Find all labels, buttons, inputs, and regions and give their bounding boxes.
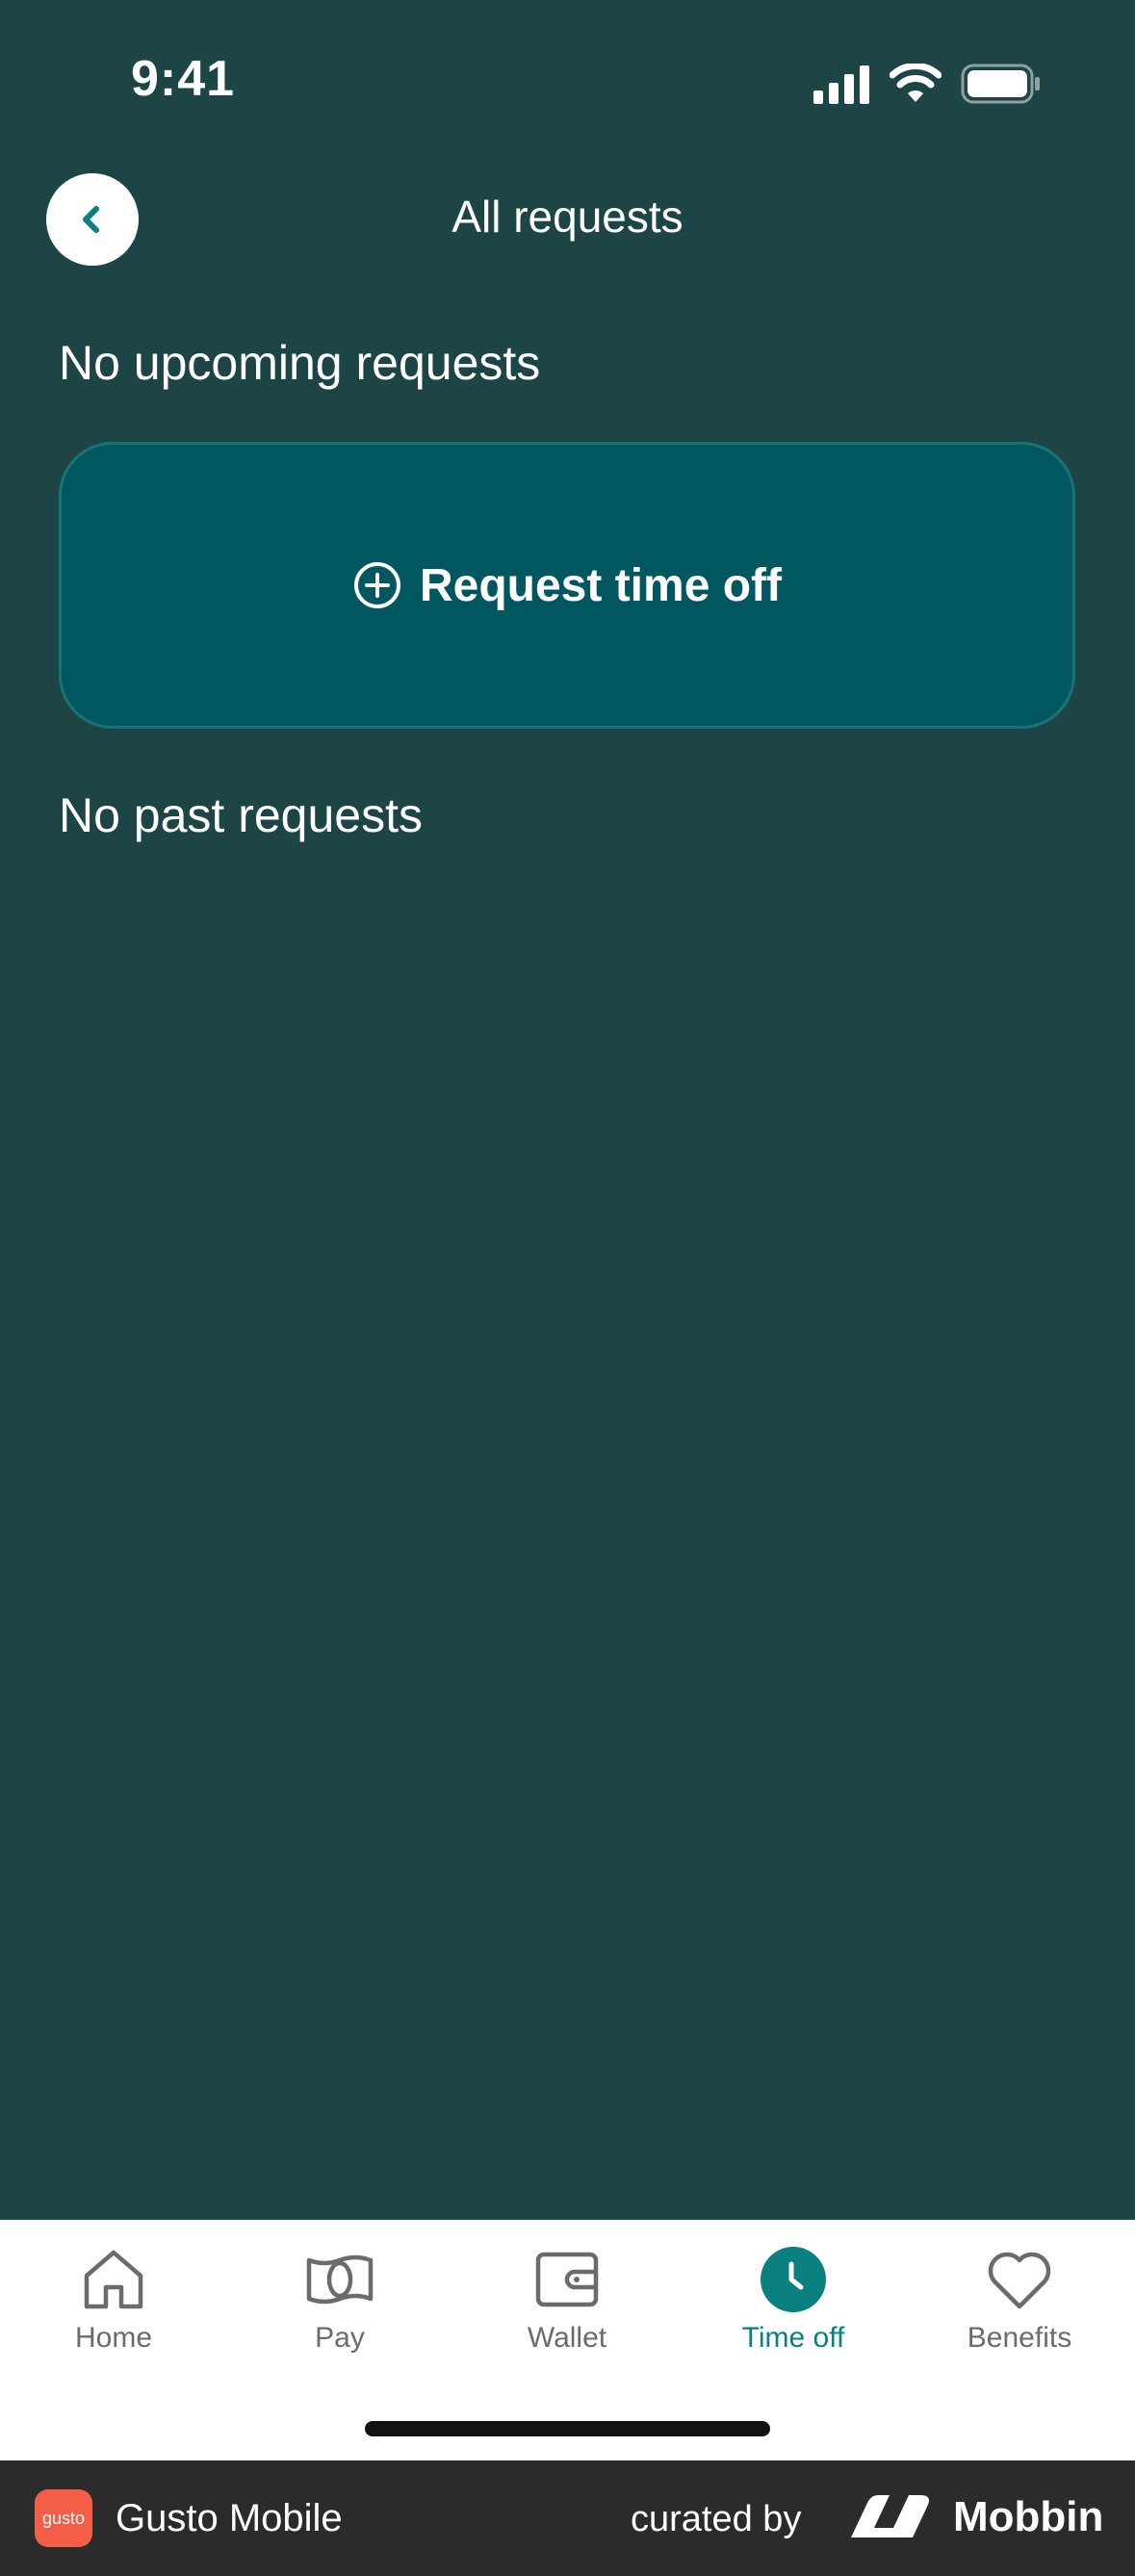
clock-icon (761, 2247, 826, 2312)
tab-home[interactable]: Home (0, 2220, 227, 2374)
tab-pay-label: Pay (315, 2322, 365, 2354)
tab-benefits[interactable]: Benefits (906, 2220, 1133, 2374)
heart-icon (988, 2252, 1051, 2309)
home-indicator[interactable] (365, 2421, 770, 2436)
footer-banner: gusto Gusto Mobile curated by Mobbin (0, 2460, 1135, 2576)
pay-icon (306, 2254, 374, 2305)
plus-circle-icon (353, 562, 400, 608)
tab-home-label: Home (74, 2322, 153, 2354)
gusto-logo: gusto (35, 2489, 92, 2547)
status-time: 9:41 (131, 51, 236, 107)
request-time-off-label: Request time off (419, 559, 783, 611)
app-name: Gusto Mobile (116, 2497, 343, 2539)
request-time-off-button[interactable]: Request time off (59, 442, 1075, 729)
signal-icon (813, 65, 869, 104)
page-title: All requests (451, 192, 684, 242)
tab-time-off[interactable]: Time off (680, 2220, 907, 2374)
curated-by-text: curated by (631, 2499, 802, 2539)
past-empty-text: No past requests (59, 788, 423, 842)
mobbin-logo-icon (851, 2495, 929, 2537)
tab-pay[interactable]: Pay (226, 2220, 453, 2374)
tab-time-off-label: Time off (741, 2322, 845, 2354)
mobbin-brand: Mobbin (953, 2493, 1104, 2540)
battery-icon (961, 64, 1040, 104)
wifi-icon (890, 64, 942, 102)
wallet-icon (535, 2252, 599, 2307)
tab-benefits-label: Benefits (967, 2322, 1072, 2354)
upcoming-empty-text: No upcoming requests (59, 336, 541, 390)
tab-wallet[interactable]: Wallet (453, 2220, 681, 2374)
home-icon (84, 2250, 143, 2309)
tab-wallet-label: Wallet (527, 2322, 607, 2354)
status-bar: 9:41 (0, 0, 1135, 164)
